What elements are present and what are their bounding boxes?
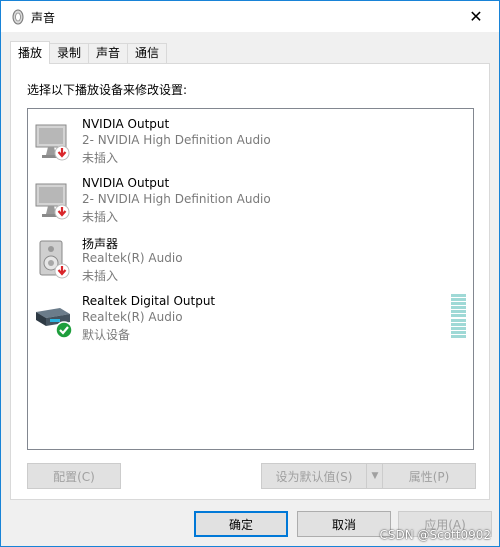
ok-button[interactable]: 确定 [194,511,288,537]
tab-communications[interactable]: 通信 [127,43,168,64]
device-item[interactable]: NVIDIA Output 2- NVIDIA High Definition … [28,113,473,171]
device-description: Realtek(R) Audio [82,310,183,324]
tab-playback[interactable]: 播放 [10,41,51,64]
device-status: 未插入 [82,269,119,283]
instruction-text: 选择以下播放设备来修改设置: [27,83,188,97]
properties-button[interactable]: 属性(P) [382,463,476,489]
close-button[interactable]: ✕ [453,1,499,32]
title-bar[interactable]: 声音 ✕ [1,1,499,32]
chevron-down-icon: ▼ [371,471,379,481]
device-description: 2- NVIDIA High Definition Audio [82,133,271,147]
device-status: 未插入 [82,151,119,165]
device-item[interactable]: NVIDIA Output 2- NVIDIA High Definition … [28,172,473,230]
device-name: Realtek Digital Output [82,294,216,308]
device-name: 扬声器 [82,237,119,251]
close-icon: ✕ [469,7,483,26]
speaker-icon [39,240,70,279]
playback-panel: 选择以下播放设备来修改设置: NVIDIA Output 2- NVIDIA H… [10,63,490,500]
device-description: 2- NVIDIA High Definition Audio [82,192,271,206]
set-default-button[interactable]: 设为默认值(S) [261,463,367,489]
tab-sounds[interactable]: 声音 [88,43,129,64]
device-item[interactable]: Realtek Digital Output Realtek(R) Audio … [28,290,473,348]
tab-recording[interactable]: 录制 [49,43,90,64]
volume-level-meter [451,294,466,338]
window-title: 声音 [31,11,56,25]
device-item[interactable]: 扬声器 Realtek(R) Audio 未插入 [28,231,473,289]
watermark-text: CSDN @Scott0902 [379,528,491,542]
configure-button[interactable]: 配置(C) [27,463,121,489]
monitor-icon [35,183,70,220]
device-status: 默认设备 [82,328,131,342]
device-name: NVIDIA Output [82,117,170,131]
monitor-icon [35,124,70,161]
device-status: 未插入 [82,210,119,224]
digital-output-icon [36,308,73,339]
cancel-button[interactable]: 取消 [297,511,391,537]
device-description: Realtek(R) Audio [82,251,183,265]
device-list[interactable]: NVIDIA Output 2- NVIDIA High Definition … [27,108,474,450]
sound-dialog: 声音 ✕ 播放 录制 声音 通信 选择以下播放设备来修改设置: NVIDIA O… [0,0,500,547]
device-name: NVIDIA Output [82,176,170,190]
tab-strip: 播放 录制 声音 通信 [10,41,168,64]
speaker-app-icon [12,9,24,25]
